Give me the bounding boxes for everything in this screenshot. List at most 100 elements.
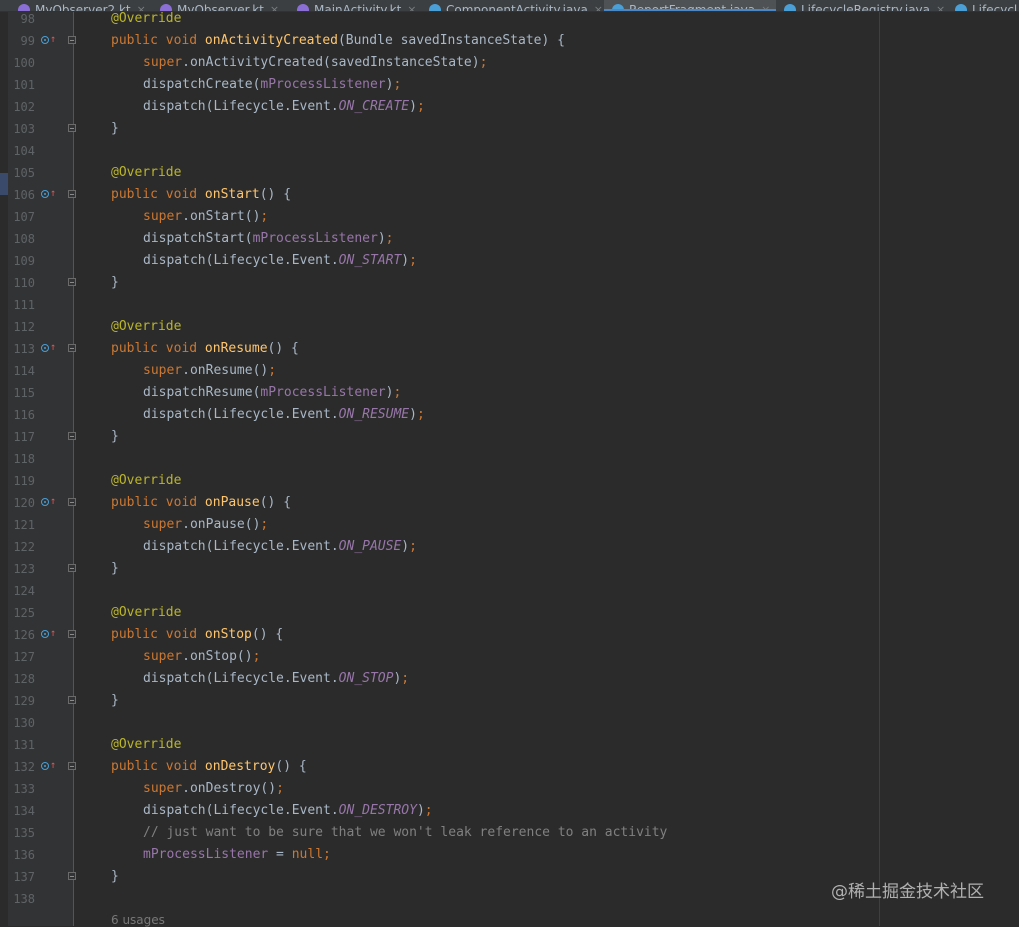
code-text[interactable]: @Override [111, 162, 181, 184]
code-line[interactable]: 99 ↑ public void onActivityCreated(Bundl… [0, 30, 1019, 52]
fold-end-icon[interactable] [68, 432, 76, 440]
code-line[interactable]: 135 // just want to be sure that we won'… [0, 822, 1019, 844]
override-method-icon[interactable]: ↑ [41, 628, 56, 640]
line-number: 118 [13, 452, 35, 466]
code-text[interactable]: } [111, 118, 119, 140]
code-text[interactable]: dispatchCreate(mProcessListener); [143, 74, 401, 96]
code-line[interactable]: 110 } [0, 272, 1019, 294]
line-number: 126 [13, 628, 35, 642]
code-text[interactable]: dispatch(Lifecycle.Event.ON_RESUME); [143, 404, 425, 426]
code-text[interactable]: dispatch(Lifecycle.Event.ON_DESTROY); [143, 800, 433, 822]
code-text[interactable]: public void onStop() { [111, 624, 283, 646]
code-line[interactable]: 98 @Override [0, 8, 1019, 30]
override-method-icon[interactable]: ↑ [41, 760, 56, 772]
fold-end-icon[interactable] [68, 872, 76, 880]
line-number: 136 [13, 848, 35, 862]
code-text[interactable]: super.onPause(); [143, 514, 268, 536]
code-line[interactable]: 122 dispatch(Lifecycle.Event.ON_PAUSE); [0, 536, 1019, 558]
code-line[interactable]: 125 @Override [0, 602, 1019, 624]
code-line[interactable]: 134 dispatch(Lifecycle.Event.ON_DESTROY)… [0, 800, 1019, 822]
fold-toggle-icon[interactable] [68, 190, 76, 198]
code-line[interactable]: 104 [0, 140, 1019, 162]
code-text[interactable]: @Override [111, 8, 181, 30]
code-line[interactable]: 119 @Override [0, 470, 1019, 492]
code-text[interactable]: dispatch(Lifecycle.Event.ON_PAUSE); [143, 536, 417, 558]
code-line[interactable]: 108 dispatchStart(mProcessListener); [0, 228, 1019, 250]
code-line[interactable]: 129 } [0, 690, 1019, 712]
fold-toggle-icon[interactable] [68, 36, 76, 44]
code-text[interactable]: } [111, 272, 119, 294]
code-text[interactable]: mProcessListener = null; [143, 844, 331, 866]
code-text[interactable]: dispatch(Lifecycle.Event.ON_STOP); [143, 668, 409, 690]
fold-toggle-icon[interactable] [68, 762, 76, 770]
code-line[interactable]: 113 ↑ public void onResume() { [0, 338, 1019, 360]
code-line[interactable]: 100 super.onActivityCreated(savedInstanc… [0, 52, 1019, 74]
code-text[interactable]: super.onStart(); [143, 206, 268, 228]
code-line[interactable]: 120 ↑ public void onPause() { [0, 492, 1019, 514]
code-text[interactable]: super.onDestroy(); [143, 778, 284, 800]
code-line[interactable]: 107 super.onStart(); [0, 206, 1019, 228]
code-text[interactable]: } [111, 558, 119, 580]
code-line[interactable]: 124 [0, 580, 1019, 602]
override-method-icon[interactable]: ↑ [41, 496, 56, 508]
code-text[interactable]: dispatch(Lifecycle.Event.ON_START); [143, 250, 417, 272]
code-line[interactable]: 130 [0, 712, 1019, 734]
code-text[interactable]: public void onPause() { [111, 492, 291, 514]
fold-end-icon[interactable] [68, 696, 76, 704]
code-text[interactable]: @Override [111, 470, 181, 492]
line-number: 130 [13, 716, 35, 730]
code-line[interactable]: 111 [0, 294, 1019, 316]
code-text[interactable]: } [111, 426, 119, 448]
code-text[interactable]: public void onResume() { [111, 338, 299, 360]
code-text[interactable]: @Override [111, 316, 181, 338]
code-line[interactable]: 105 @Override [0, 162, 1019, 184]
code-line[interactable]: 121 super.onPause(); [0, 514, 1019, 536]
code-line[interactable]: 109 dispatch(Lifecycle.Event.ON_START); [0, 250, 1019, 272]
override-method-icon[interactable]: ↑ [41, 342, 56, 354]
code-line[interactable]: 102 dispatch(Lifecycle.Event.ON_CREATE); [0, 96, 1019, 118]
code-line[interactable]: 133 super.onDestroy(); [0, 778, 1019, 800]
code-line[interactable]: 136 mProcessListener = null; [0, 844, 1019, 866]
code-text[interactable]: @Override [111, 734, 181, 756]
fold-end-icon[interactable] [68, 278, 76, 286]
code-line[interactable]: 132 ↑ public void onDestroy() { [0, 756, 1019, 778]
code-line[interactable]: 106 ↑ public void onStart() { [0, 184, 1019, 206]
code-comment[interactable]: // just want to be sure that we won't le… [143, 822, 667, 844]
override-method-icon[interactable]: ↑ [41, 188, 56, 200]
code-line[interactable]: 116 dispatch(Lifecycle.Event.ON_RESUME); [0, 404, 1019, 426]
line-number: 117 [13, 430, 35, 444]
line-number: 102 [13, 100, 35, 114]
code-text[interactable]: } [111, 690, 119, 712]
fold-end-icon[interactable] [68, 124, 76, 132]
usages-hint[interactable]: 6 usages [111, 913, 165, 927]
code-text[interactable]: public void onStart() { [111, 184, 291, 206]
code-line[interactable]: 117 } [0, 426, 1019, 448]
code-line[interactable]: 114 super.onResume(); [0, 360, 1019, 382]
code-line[interactable]: 112 @Override [0, 316, 1019, 338]
code-text[interactable]: dispatchStart(mProcessListener); [143, 228, 393, 250]
code-line[interactable]: 131 @Override [0, 734, 1019, 756]
override-method-icon[interactable]: ↑ [41, 34, 56, 46]
code-line[interactable]: 118 [0, 448, 1019, 470]
code-text[interactable]: @Override [111, 602, 181, 624]
code-text[interactable]: super.onActivityCreated(savedInstanceSta… [143, 52, 487, 74]
code-line[interactable]: 115 dispatchResume(mProcessListener); [0, 382, 1019, 404]
code-text[interactable]: super.onResume(); [143, 360, 276, 382]
line-number: 123 [13, 562, 35, 576]
code-line[interactable]: 127 super.onStop(); [0, 646, 1019, 668]
code-text[interactable]: super.onStop(); [143, 646, 260, 668]
code-line[interactable]: 103 } [0, 118, 1019, 140]
fold-toggle-icon[interactable] [68, 498, 76, 506]
code-text[interactable]: } [111, 866, 119, 888]
fold-end-icon[interactable] [68, 564, 76, 572]
code-text[interactable]: dispatch(Lifecycle.Event.ON_CREATE); [143, 96, 425, 118]
code-line[interactable]: 128 dispatch(Lifecycle.Event.ON_STOP); [0, 668, 1019, 690]
fold-toggle-icon[interactable] [68, 344, 76, 352]
code-text[interactable]: public void onDestroy() { [111, 756, 307, 778]
code-text[interactable]: public void onActivityCreated(Bundle sav… [111, 30, 565, 52]
code-line[interactable]: 123 } [0, 558, 1019, 580]
code-line[interactable]: 101 dispatchCreate(mProcessListener); [0, 74, 1019, 96]
fold-toggle-icon[interactable] [68, 630, 76, 638]
code-text[interactable]: dispatchResume(mProcessListener); [143, 382, 401, 404]
code-line[interactable]: 126 ↑ public void onStop() { [0, 624, 1019, 646]
